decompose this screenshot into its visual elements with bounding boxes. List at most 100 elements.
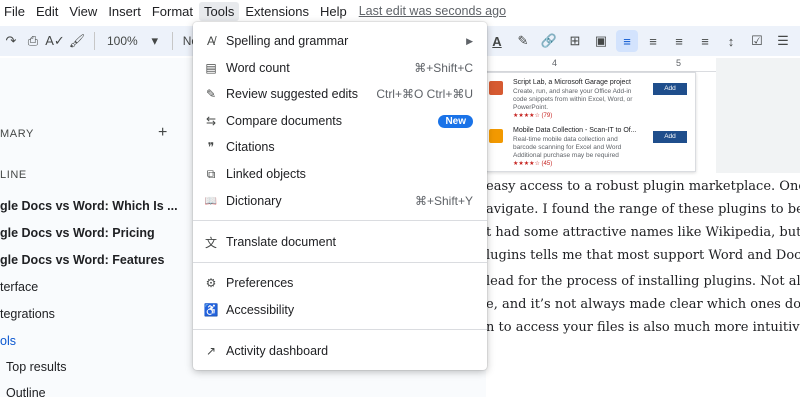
menubar: File Edit View Insert Format Tools Exten…: [0, 0, 800, 22]
body-text-line: easy access to a robust plugin marketpla…: [486, 179, 800, 194]
align-right-icon[interactable]: ≡: [668, 30, 690, 52]
body-text-line: n to access your files is also much more…: [486, 320, 800, 335]
scan-it-icon: [489, 129, 503, 143]
menu-item-translate-document[interactable]: 文 Translate document: [193, 229, 487, 255]
body-text-line: e, and it’s not always made clear which …: [486, 297, 800, 312]
outline-item[interactable]: terface: [0, 280, 38, 294]
toolbar-right-group: A ✎ 🔗 ⊞ ▣ ≡ ≡ ≡ ≡ ↕ ☑ ☰: [486, 26, 798, 56]
menu-item-label: Preferences: [226, 276, 294, 290]
menu-item-shortcut: Ctrl+⌘O Ctrl+⌘U: [376, 87, 473, 101]
plugin-extra-note: Additional purchase may be required: [513, 152, 619, 159]
line-spacing-icon[interactable]: ↕: [720, 30, 742, 52]
menu-item-label: Spelling and grammar: [226, 34, 349, 48]
body-text-line: avigate. I found the range of these plug…: [486, 202, 800, 217]
plugin-description: Create, run, and share your Office Add-i…: [513, 88, 633, 111]
outline-item-active[interactable]: ols: [0, 334, 16, 348]
compare-icon: ⇆: [205, 114, 217, 128]
menu-item-label: Linked objects: [226, 167, 306, 181]
add-comment-icon[interactable]: ⊞: [564, 30, 586, 52]
plugin-card: Mobile Data Collection - Scan-IT to Of..…: [487, 123, 695, 171]
activity-dashboard-icon: ↗: [205, 344, 217, 358]
tools-menu: A̸ Spelling and grammar ▶ ▤ Word count ⌘…: [193, 22, 487, 370]
outline-item[interactable]: Outline: [6, 386, 46, 397]
page-margin-area: [716, 58, 800, 173]
plugin-title: Script Lab, a Microsoft Garage project: [513, 79, 631, 86]
outline-item[interactable]: tegrations: [0, 307, 55, 321]
menu-item-preferences[interactable]: ⚙ Preferences: [193, 270, 487, 296]
plugin-description-text: Real-time mobile data collection and bar…: [513, 136, 622, 151]
plugin-add-button: Add: [653, 131, 687, 143]
menu-item-review-suggested-edits[interactable]: ✎ Review suggested edits Ctrl+⌘O Ctrl+⌘U: [193, 81, 487, 107]
insert-image-icon[interactable]: ▣: [590, 30, 612, 52]
zoom-select[interactable]: 100%: [101, 34, 144, 48]
menu-item-label: Citations: [226, 140, 275, 154]
translate-icon: 文: [204, 235, 217, 250]
outline-item[interactable]: gle Docs vs Word: Which Is ...: [0, 199, 178, 213]
outline-item[interactable]: gle Docs vs Word: Pricing: [0, 226, 155, 240]
plugin-add-button: Add: [653, 83, 687, 95]
menu-format[interactable]: Format: [147, 2, 198, 21]
add-summary-icon[interactable]: +: [158, 124, 167, 142]
body-text-line: lead for the process of installing plugi…: [486, 274, 800, 289]
highlight-icon[interactable]: ✎: [512, 30, 534, 52]
menu-insert[interactable]: Insert: [103, 2, 146, 21]
toolbar-divider: [171, 32, 173, 50]
menu-item-word-count[interactable]: ▤ Word count ⌘+Shift+C: [193, 55, 487, 81]
menu-item-linked-objects[interactable]: ⧉ Linked objects: [193, 161, 487, 187]
plugin-rating: ★★★★☆ (79): [513, 113, 553, 119]
menu-divider: [193, 329, 487, 330]
last-edit-link[interactable]: Last edit was seconds ago: [359, 4, 506, 18]
menu-item-accessibility[interactable]: ♿ Accessibility: [193, 297, 487, 323]
review-edits-icon: ✎: [205, 87, 217, 101]
checklist-icon[interactable]: ☑: [746, 30, 768, 52]
menu-view[interactable]: View: [64, 2, 102, 21]
menu-item-label: Activity dashboard: [226, 344, 329, 358]
menu-item-compare-documents[interactable]: ⇆ Compare documents New: [193, 108, 487, 134]
word-count-icon: ▤: [205, 61, 217, 75]
menu-item-label: Dictionary: [226, 194, 282, 208]
plugin-rating: ★★★★☆ (45): [513, 161, 553, 167]
menu-item-dictionary[interactable]: 📖 Dictionary ⌘+Shift+Y: [193, 188, 487, 214]
text-color-icon[interactable]: A: [486, 30, 508, 52]
align-left-icon[interactable]: ≡: [616, 30, 638, 52]
toolbar-divider: [94, 32, 95, 50]
preferences-icon: ⚙: [205, 276, 217, 290]
outline-item[interactable]: Top results: [6, 360, 66, 374]
menu-item-label: Review suggested edits: [226, 87, 359, 101]
menu-item-spelling-grammar[interactable]: A̸ Spelling and grammar ▶: [193, 28, 487, 54]
redo-icon[interactable]: ↷: [0, 30, 22, 52]
outline-item[interactable]: gle Docs vs Word: Features: [0, 253, 164, 267]
menu-divider: [193, 220, 487, 221]
menu-item-citations[interactable]: ❞ Citations: [193, 134, 487, 160]
horizontal-ruler[interactable]: 4 5: [486, 58, 716, 72]
print-icon[interactable]: ⎙: [22, 30, 44, 52]
document-outline-sidebar: MARY + LINE gle Docs vs Word: Which Is .…: [0, 58, 196, 397]
zoom-chevron-icon[interactable]: ▾: [144, 30, 166, 52]
spellcheck-icon: A̸: [206, 34, 215, 48]
body-text-line: t had some attractive names like Wikiped…: [486, 225, 800, 240]
menu-item-shortcut: ⌘+Shift+Y: [414, 194, 473, 208]
spellcheck-toolbar-icon[interactable]: A✓: [44, 30, 66, 52]
outline-heading: LINE: [0, 169, 27, 181]
menu-item-label: Accessibility: [226, 303, 295, 317]
menu-item-label: Word count: [226, 61, 290, 75]
menu-item-activity-dashboard[interactable]: ↗ Activity dashboard: [193, 338, 487, 364]
menu-extensions[interactable]: Extensions: [240, 2, 314, 21]
accessibility-icon: ♿: [203, 303, 219, 317]
align-center-icon[interactable]: ≡: [642, 30, 664, 52]
plugin-description: Real-time mobile data collection and bar…: [513, 136, 643, 160]
embedded-screenshot: Script Lab, a Microsoft Garage project C…: [486, 72, 696, 172]
body-text-line: lugins tells me that most support Word a…: [486, 248, 800, 263]
menu-help[interactable]: Help: [315, 2, 352, 21]
menu-tools[interactable]: Tools: [199, 1, 240, 21]
bulleted-list-icon[interactable]: ☰: [772, 30, 794, 52]
insert-link-icon[interactable]: 🔗: [538, 30, 560, 52]
menu-file[interactable]: File: [0, 2, 30, 21]
justify-icon[interactable]: ≡: [694, 30, 716, 52]
paint-format-icon[interactable]: 🖌: [66, 30, 88, 52]
plugin-card: Script Lab, a Microsoft Garage project C…: [487, 75, 695, 123]
plugin-title: Mobile Data Collection - Scan-IT to Of..…: [513, 127, 637, 134]
citations-icon: ❞: [207, 140, 215, 154]
menu-edit[interactable]: Edit: [31, 2, 63, 21]
ruler-mark: 5: [676, 58, 682, 68]
